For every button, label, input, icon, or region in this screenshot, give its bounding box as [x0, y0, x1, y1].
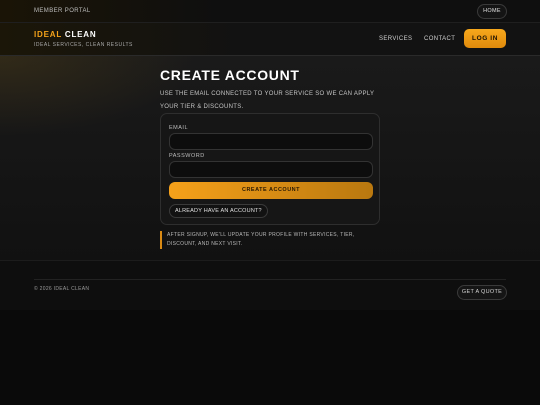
password-field[interactable] — [169, 161, 373, 178]
brand-name: IDEAL CLEAN — [34, 30, 133, 39]
signup-note-line-2: DISCOUNT, AND NEXT VISIT. — [167, 241, 243, 247]
footer-copyright: © 2026 IDEAL CLEAN — [34, 286, 90, 292]
brand-name-accent: IDEAL — [34, 30, 62, 39]
site-footer: © 2026 IDEAL CLEAN GET A QUOTE — [0, 260, 540, 310]
create-account-button[interactable]: CREATE ACCOUNT — [169, 182, 373, 199]
brand[interactable]: IDEAL CLEAN IDEAL SERVICES, CLEAN RESULT… — [34, 30, 133, 48]
site-header: IDEAL CLEAN IDEAL SERVICES, CLEAN RESULT… — [0, 23, 540, 56]
email-label: EMAIL — [169, 125, 189, 131]
login-button[interactable]: LOG IN — [464, 29, 506, 48]
already-have-account-button[interactable]: ALREADY HAVE AN ACCOUNT? — [169, 204, 268, 218]
signup-note-line-1: AFTER SIGNUP, WE'LL UPDATE YOUR PROFILE … — [167, 232, 355, 238]
page-title: CREATE ACCOUNT — [160, 67, 300, 83]
page-bottom-background — [0, 310, 540, 405]
password-label: PASSWORD — [169, 153, 205, 159]
signup-form-card: EMAIL PASSWORD CREATE ACCOUNT ALREADY HA… — [160, 113, 380, 225]
brand-tagline: IDEAL SERVICES, CLEAN RESULTS — [34, 42, 133, 48]
page-subtitle: USE THE EMAIL CONNECTED TO YOUR SERVICE … — [160, 91, 375, 110]
signup-note: AFTER SIGNUP, WE'LL UPDATE YOUR PROFILE … — [160, 231, 380, 249]
page: MEMBER PORTAL HOME IDEAL CLEAN IDEAL SER… — [0, 0, 540, 405]
get-a-quote-button[interactable]: GET A QUOTE — [457, 285, 507, 300]
email-field[interactable] — [169, 133, 373, 150]
top-utility-bar: MEMBER PORTAL HOME — [0, 0, 540, 23]
footer-divider — [34, 279, 506, 280]
nav-contact-link[interactable]: CONTACT — [424, 36, 455, 42]
home-button[interactable]: HOME — [477, 4, 507, 19]
signup-section: CREATE ACCOUNT USE THE EMAIL CONNECTED T… — [0, 56, 540, 260]
nav-services-link[interactable]: SERVICES — [379, 36, 412, 42]
member-portal-label: MEMBER PORTAL — [34, 8, 91, 14]
brand-name-rest: CLEAN — [64, 30, 97, 39]
